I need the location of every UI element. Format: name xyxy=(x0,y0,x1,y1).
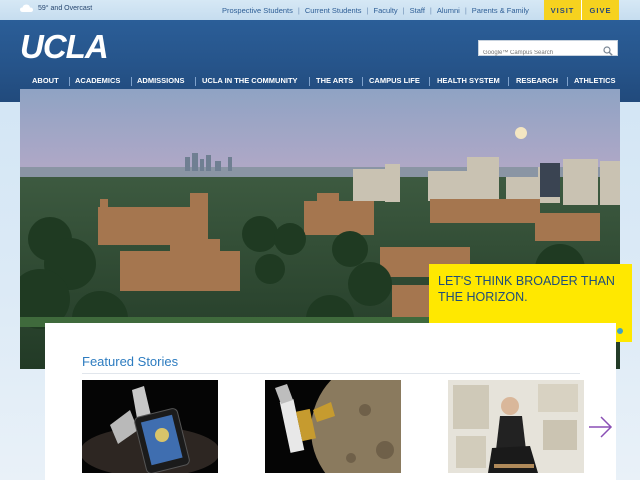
nav-the-arts[interactable]: THE ARTS xyxy=(316,76,353,85)
section-divider xyxy=(82,373,580,374)
nav-ucla-in-the-community[interactable]: UCLA IN THE COMMUNITY xyxy=(202,76,298,85)
story-thumbnail-portrait[interactable] xyxy=(448,380,584,473)
link-separator: | xyxy=(297,6,300,15)
search-input[interactable] xyxy=(479,46,601,60)
campus-search xyxy=(478,40,618,60)
link-current-students[interactable]: Current Students xyxy=(305,6,362,15)
audience-links: Prospective Students | Current Students … xyxy=(222,6,529,15)
story-thumbnail-phone[interactable] xyxy=(82,380,218,473)
link-separator: | xyxy=(366,6,369,15)
hero-headline: LET'S THINK BROADER THAN THE HORIZON. xyxy=(438,274,615,304)
featured-section: Featured Stories xyxy=(45,323,616,480)
nav-separator xyxy=(362,77,363,86)
nav-separator xyxy=(567,77,568,86)
link-faculty[interactable]: Faculty xyxy=(373,6,397,15)
link-separator: | xyxy=(464,6,467,15)
utility-bar: 59° and Overcast Prospective Students | … xyxy=(0,0,640,20)
ucla-logo[interactable]: UCLA xyxy=(20,28,109,66)
nav-research[interactable]: RESEARCH xyxy=(516,76,558,85)
search-icon[interactable] xyxy=(603,43,613,56)
nav-admissions[interactable]: ADMISSIONS xyxy=(137,76,185,85)
link-staff[interactable]: Staff xyxy=(410,6,425,15)
weather-text: 59° and Overcast xyxy=(38,4,93,12)
nav-campus-life[interactable]: CAMPUS LIFE xyxy=(369,76,420,85)
nav-about[interactable]: ABOUT xyxy=(32,76,59,85)
nav-separator xyxy=(195,77,196,86)
link-separator: | xyxy=(429,6,432,15)
cloud-icon xyxy=(20,4,33,12)
nav-separator xyxy=(429,77,430,86)
link-prospective-students[interactable]: Prospective Students xyxy=(222,6,293,15)
next-arrow-icon[interactable] xyxy=(587,413,615,441)
nav-academics[interactable]: ACADEMICS xyxy=(75,76,120,85)
give-button[interactable]: GIVE xyxy=(582,0,619,20)
link-separator: | xyxy=(402,6,405,15)
nav-separator xyxy=(131,77,132,86)
story-thumbnail-satellite[interactable] xyxy=(265,380,401,473)
nav-athletics[interactable]: ATHLETICS xyxy=(574,76,616,85)
nav-separator xyxy=(508,77,509,86)
link-parents-family[interactable]: Parents & Family xyxy=(472,6,529,15)
featured-stories-heading: Featured Stories xyxy=(82,354,179,369)
link-alumni[interactable]: Alumni xyxy=(437,6,460,15)
nav-health-system[interactable]: HEALTH SYSTEM xyxy=(437,76,500,85)
weather-widget[interactable]: 59° and Overcast xyxy=(20,4,92,12)
visit-button[interactable]: VISIT xyxy=(544,0,582,20)
nav-separator xyxy=(69,77,70,86)
slide-dot-3[interactable] xyxy=(617,328,623,334)
nav-separator xyxy=(309,77,310,86)
